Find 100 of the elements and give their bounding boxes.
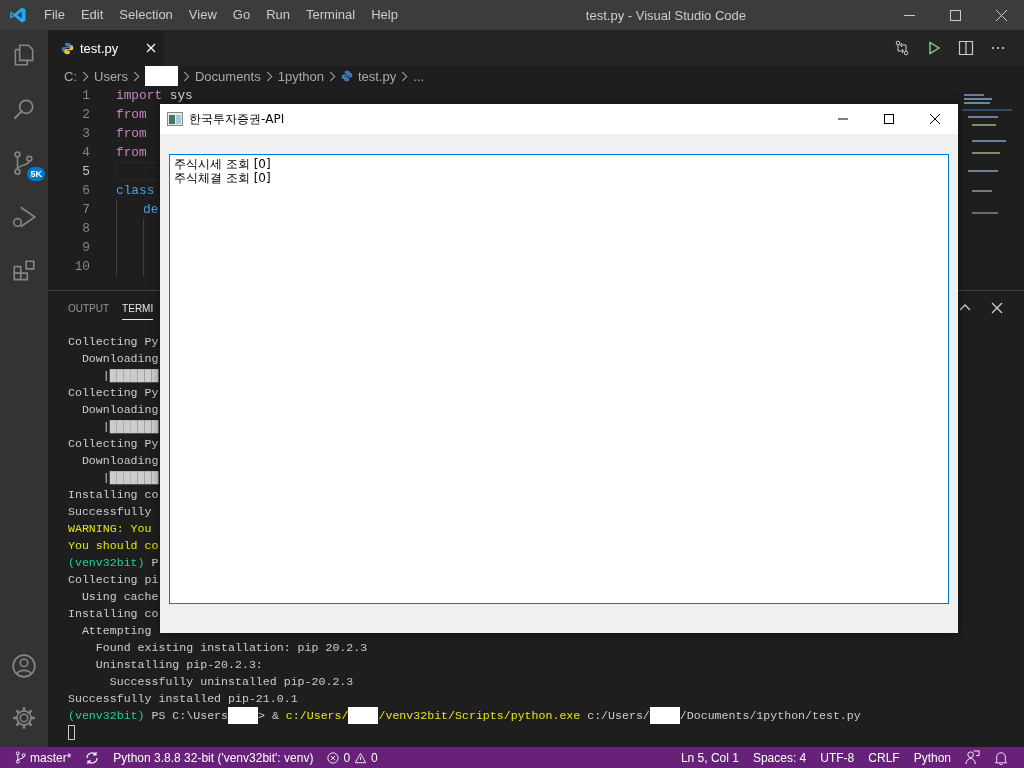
terminal-text: Installing co bbox=[68, 607, 159, 620]
close-icon[interactable] bbox=[991, 302, 1003, 314]
chevron-right-icon bbox=[265, 70, 273, 82]
line-number: 6 bbox=[81, 183, 90, 198]
feedback-icon[interactable] bbox=[965, 750, 980, 765]
terminal-text: (venv32bit) bbox=[68, 709, 145, 722]
terminal-text: |███████ bbox=[101, 369, 159, 382]
terminal-text: Collecting Py bbox=[68, 335, 159, 348]
branch-indicator[interactable]: master* bbox=[15, 750, 72, 765]
terminal-text: Collecting Py bbox=[68, 437, 159, 450]
terminal-text: Collecting pi bbox=[68, 573, 159, 586]
breadcrumb-item[interactable]: ... bbox=[413, 68, 425, 84]
breadcrumb-item[interactable]: Users bbox=[94, 68, 128, 84]
run-icon[interactable] bbox=[926, 40, 942, 56]
line-number: 9 bbox=[81, 240, 90, 255]
account-icon[interactable] bbox=[11, 653, 37, 679]
menu-item[interactable]: File bbox=[36, 0, 73, 30]
terminal-text: (venv32bit) bbox=[68, 556, 145, 569]
terminal-text: Attempting bbox=[80, 624, 152, 637]
chevron-right-icon bbox=[132, 70, 140, 82]
python-file-icon bbox=[61, 41, 74, 55]
terminal-text: You should co bbox=[68, 539, 159, 552]
line-number: 4 bbox=[81, 145, 90, 160]
terminal-text: Using cache bbox=[80, 590, 159, 603]
terminal-text: |███████ bbox=[101, 420, 159, 433]
code-token: sys bbox=[169, 88, 193, 103]
menu-item[interactable]: Edit bbox=[72, 0, 112, 30]
list-item[interactable]: 주식시세 조회 [0] bbox=[174, 157, 271, 171]
code-token: from bbox=[116, 126, 147, 141]
code-token: class bbox=[116, 183, 155, 198]
status-item[interactable]: Spaces: 4 bbox=[752, 750, 807, 765]
terminal-text: WARNING: You bbox=[68, 522, 152, 535]
terminal-text: Installing co bbox=[68, 488, 159, 501]
line-number: 1 bbox=[81, 88, 90, 103]
panel-tab[interactable]: OUTPUT bbox=[68, 296, 110, 320]
line-number: 8 bbox=[81, 221, 90, 236]
terminal-cursor bbox=[68, 725, 75, 740]
terminal-text: Downloading bbox=[80, 352, 159, 365]
breadcrumb-item[interactable]: Documents bbox=[194, 68, 261, 84]
terminal-text: Collecting Py bbox=[68, 386, 159, 399]
breadcrumb-item[interactable]: C: bbox=[64, 68, 77, 84]
terminal-text: > & bbox=[258, 709, 279, 722]
dialog-title: 한국투자증권-API bbox=[189, 110, 285, 128]
menu-item[interactable]: View bbox=[180, 0, 225, 30]
terminal-text: /Documents/1python/test.py bbox=[679, 709, 861, 722]
editor-tab[interactable]: test.py bbox=[48, 30, 164, 66]
compare-changes-icon[interactable] bbox=[894, 40, 910, 56]
terminal-text: P bbox=[150, 556, 159, 569]
terminal-text: Successfully bbox=[68, 505, 152, 518]
window-title: test.py - Visual Studio Code bbox=[585, 7, 747, 23]
split-editor-icon[interactable] bbox=[958, 40, 974, 56]
terminal-text: c:/Users/ bbox=[586, 709, 650, 722]
terminal-text: /venv32bit/Scripts/python.exe bbox=[378, 709, 581, 722]
terminal-text: Uninstalling pip-20.2.3: bbox=[94, 658, 263, 671]
redaction-block bbox=[649, 707, 680, 724]
terminal-text: Successfully uninstalled pip-20.2.3 bbox=[108, 675, 354, 688]
chevron-right-icon bbox=[82, 70, 89, 82]
terminal-text: c:/Users/ bbox=[284, 709, 349, 722]
sync-icon[interactable] bbox=[85, 750, 100, 765]
list-item[interactable]: 주식체결 조회 [0] bbox=[174, 171, 271, 185]
bell-icon[interactable] bbox=[994, 750, 1008, 765]
menu-item[interactable]: Run bbox=[258, 0, 298, 30]
code-token: from bbox=[116, 145, 147, 160]
line-number: 7 bbox=[81, 202, 90, 217]
problems-indicator[interactable]: 0 0 bbox=[327, 750, 378, 765]
close-icon bbox=[930, 114, 940, 124]
maximize-icon bbox=[949, 9, 961, 21]
terminal-text: Found existing installation: pip 20.2.3 bbox=[94, 641, 368, 654]
terminal-text: |███████ bbox=[101, 471, 159, 484]
menu-item[interactable]: Help bbox=[363, 0, 406, 30]
menu-item[interactable]: Go bbox=[224, 0, 259, 30]
panel-tab[interactable]: TERMI bbox=[122, 296, 154, 320]
status-item[interactable]: UTF-8 bbox=[820, 750, 855, 765]
line-number: 2 bbox=[81, 107, 90, 122]
code-editor-logo-icon bbox=[9, 6, 27, 24]
line-number: 5 bbox=[81, 164, 90, 179]
code-token: import bbox=[116, 88, 163, 103]
terminal-text: Downloading bbox=[80, 403, 159, 416]
terminal-text: Successfully installed pip-21.0.1 bbox=[68, 692, 298, 705]
chevron-right-icon bbox=[401, 70, 409, 82]
chevron-right-icon bbox=[328, 70, 336, 82]
list-box[interactable]: 주식시세 조회 [0] 주식체결 조회 [0] bbox=[169, 154, 949, 604]
breadcrumb-item[interactable]: 1python bbox=[277, 68, 324, 84]
status-item[interactable]: CRLF bbox=[868, 750, 900, 765]
redaction-block bbox=[144, 66, 178, 86]
changes-count-badge: 5K bbox=[27, 167, 45, 181]
python-file-icon bbox=[340, 70, 353, 82]
status-item[interactable]: Python bbox=[913, 750, 951, 765]
run-debug-icon[interactable] bbox=[11, 204, 37, 230]
breadcrumb-item[interactable]: test.py bbox=[357, 68, 397, 84]
redaction-block bbox=[348, 707, 379, 724]
code-token: de bbox=[143, 202, 159, 217]
status-item[interactable]: Ln 5, Col 1 bbox=[680, 750, 739, 765]
settings-icon[interactable] bbox=[11, 705, 37, 731]
line-number: 10 bbox=[73, 259, 90, 274]
terminal-text: PS C:\Users bbox=[150, 709, 229, 722]
menu-item[interactable]: Selection bbox=[111, 0, 181, 30]
menu-item[interactable]: Terminal bbox=[298, 0, 364, 30]
status-item[interactable]: Python 3.8.8 32-bit ('venv32bit': venv) bbox=[113, 750, 314, 765]
redaction-block bbox=[228, 707, 259, 724]
